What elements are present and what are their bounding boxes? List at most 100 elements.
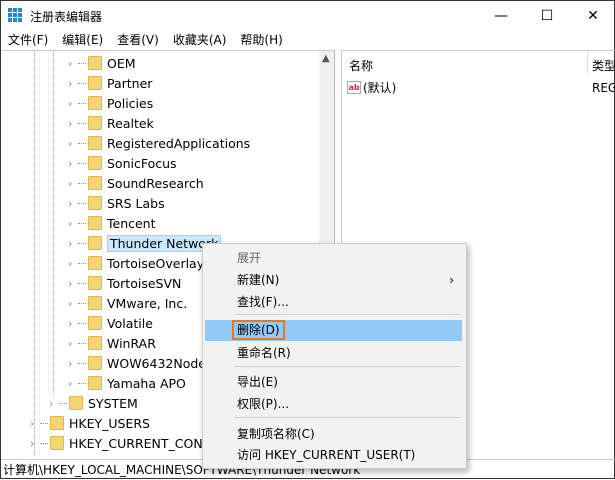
tree-node[interactable]: › Volatile bbox=[68, 313, 153, 333]
context-menu-item[interactable]: 权限(P)... bbox=[205, 394, 462, 415]
folder-icon bbox=[88, 156, 102, 170]
registry-editor-window: 注册表编辑器 — ☐ ✕ 文件(F) 编辑(E) 查看(V) 收藏夹(A) 帮助… bbox=[0, 0, 615, 479]
context-menu-item[interactable]: 重命名(R) bbox=[205, 343, 462, 364]
tree-node[interactable]: › SonicFocus bbox=[68, 153, 177, 173]
tree-node[interactable]: › OEM bbox=[68, 53, 136, 73]
menu-item-label: 展开 bbox=[237, 251, 262, 265]
tree-connector bbox=[78, 122, 86, 124]
folder-icon bbox=[88, 96, 102, 110]
tree-connector bbox=[78, 342, 86, 344]
context-menu-item[interactable]: 访问 HKEY_CURRENT_USER(T) bbox=[205, 445, 462, 466]
menu-file[interactable]: 文件(F) bbox=[1, 31, 55, 49]
expand-chevron-icon[interactable]: › bbox=[68, 217, 78, 230]
close-button[interactable]: ✕ bbox=[570, 1, 615, 31]
menu-help[interactable]: 帮助(H) bbox=[233, 31, 289, 49]
value-row[interactable]: ab (默认) REG bbox=[347, 79, 615, 96]
tree-node[interactable]: › RegisteredApplications bbox=[68, 133, 250, 153]
menu-separator bbox=[235, 314, 460, 315]
context-menu-item[interactable]: 删除(D) bbox=[205, 320, 462, 341]
folder-icon bbox=[88, 216, 102, 230]
folder-icon bbox=[50, 416, 64, 430]
context-menu-item[interactable]: 导出(E) bbox=[205, 372, 462, 393]
tree-node[interactable]: › Thunder Network bbox=[68, 233, 222, 253]
column-divider[interactable] bbox=[587, 51, 588, 73]
expand-chevron-icon[interactable]: › bbox=[30, 417, 40, 430]
tree-node[interactable]: › SoundResearch bbox=[68, 173, 204, 193]
expand-chevron-icon[interactable]: › bbox=[68, 157, 78, 170]
tree-node-system[interactable]: › SYSTEM bbox=[49, 393, 138, 413]
tree-connector bbox=[78, 82, 86, 84]
expand-chevron-icon[interactable]: › bbox=[30, 437, 40, 450]
menu-separator bbox=[235, 417, 460, 418]
tree-node-label: TortoiseOverlays bbox=[107, 255, 211, 271]
expand-chevron-icon[interactable]: › bbox=[68, 317, 78, 330]
column-header-type[interactable]: 类型 bbox=[592, 57, 615, 74]
expand-chevron-icon[interactable]: › bbox=[68, 337, 78, 350]
folder-icon bbox=[50, 436, 64, 450]
folder-icon bbox=[69, 396, 83, 410]
tree-node-label: SoundResearch bbox=[107, 175, 204, 191]
tree-node[interactable]: › SRS Labs bbox=[68, 193, 165, 213]
expand-chevron-icon[interactable]: › bbox=[68, 77, 78, 90]
expand-chevron-icon[interactable]: › bbox=[68, 277, 78, 290]
expand-chevron-icon[interactable]: › bbox=[49, 397, 59, 410]
tree-node[interactable]: › TortoiseSVN bbox=[68, 273, 181, 293]
expand-chevron-icon[interactable]: › bbox=[68, 97, 78, 110]
maximize-button[interactable]: ☐ bbox=[524, 1, 570, 31]
tree-node-label: OEM bbox=[107, 55, 136, 71]
tree-node-label: HKEY_CURRENT_CONFIG bbox=[69, 435, 224, 451]
minimize-button[interactable]: — bbox=[478, 1, 524, 31]
tree-node[interactable]: › VMware, Inc. bbox=[68, 293, 187, 313]
context-menu-item[interactable]: 查找(F)... bbox=[205, 292, 462, 313]
expand-chevron-icon[interactable]: › bbox=[68, 117, 78, 130]
tree-node-label: TortoiseSVN bbox=[107, 275, 182, 291]
folder-icon bbox=[88, 176, 102, 190]
tree-node[interactable]: › Policies bbox=[68, 93, 153, 113]
folder-icon bbox=[88, 196, 102, 210]
tree-node[interactable]: › WinRAR bbox=[68, 333, 156, 353]
tree-node-hkey-users[interactable]: › HKEY_USERS bbox=[30, 413, 150, 433]
expand-chevron-icon[interactable]: › bbox=[68, 377, 78, 390]
tree-node-hkey-current-config[interactable]: › HKEY_CURRENT_CONFIG bbox=[30, 433, 223, 453]
folder-icon bbox=[88, 276, 102, 290]
menu-bar: 文件(F) 编辑(E) 查看(V) 收藏夹(A) 帮助(H) bbox=[1, 31, 290, 49]
tree-connector bbox=[78, 62, 86, 64]
tree-node[interactable]: › Tencent bbox=[68, 213, 156, 233]
tree-node[interactable]: › TortoiseOverlays bbox=[68, 253, 211, 273]
folder-icon bbox=[88, 316, 102, 330]
menu-item-label: 访问 HKEY_CURRENT_USER(T) bbox=[237, 448, 416, 462]
tree-connector bbox=[78, 382, 86, 384]
menu-favorites[interactable]: 收藏夹(A) bbox=[166, 31, 234, 49]
column-header-name[interactable]: 名称 bbox=[349, 57, 373, 74]
tree-node-label: Tencent bbox=[107, 215, 156, 231]
tree-node-label: Volatile bbox=[107, 315, 153, 331]
menu-item-label: 权限(P)... bbox=[237, 397, 290, 411]
string-value-icon: ab bbox=[347, 81, 361, 94]
tree-connector bbox=[59, 402, 67, 404]
tree-node-label: Partner bbox=[107, 75, 153, 91]
expand-chevron-icon[interactable]: › bbox=[68, 357, 78, 370]
menu-edit[interactable]: 编辑(E) bbox=[55, 31, 110, 49]
expand-chevron-icon[interactable]: › bbox=[68, 177, 78, 190]
tree-guide-line bbox=[53, 51, 54, 396]
folder-icon bbox=[88, 256, 102, 270]
tree-node[interactable]: › Partner bbox=[68, 73, 152, 93]
submenu-arrow-icon: › bbox=[449, 273, 454, 287]
expand-chevron-icon[interactable]: › bbox=[68, 197, 78, 210]
expand-chevron-icon[interactable]: › bbox=[68, 137, 78, 150]
tree-node[interactable]: › Yamaha APO bbox=[68, 373, 186, 393]
menu-view[interactable]: 查看(V) bbox=[110, 31, 166, 49]
regedit-app-icon bbox=[8, 8, 22, 22]
expand-chevron-icon[interactable]: › bbox=[68, 257, 78, 270]
tree-node[interactable]: › WOW6432Node bbox=[68, 353, 206, 373]
tree-node[interactable]: › Realtek bbox=[68, 113, 154, 133]
scroll-up-icon[interactable]: ▲ bbox=[322, 53, 330, 64]
context-menu-item[interactable]: 展开 bbox=[205, 248, 462, 269]
folder-icon bbox=[88, 356, 102, 370]
context-menu-item[interactable]: 新建(N) › bbox=[205, 270, 462, 291]
menu-item-label: 重命名(R) bbox=[237, 346, 291, 360]
expand-chevron-icon[interactable]: › bbox=[68, 297, 78, 310]
expand-chevron-icon[interactable]: › bbox=[68, 237, 78, 250]
expand-chevron-icon[interactable]: › bbox=[68, 57, 78, 70]
context-menu-item[interactable]: 复制项名称(C) bbox=[205, 424, 462, 445]
